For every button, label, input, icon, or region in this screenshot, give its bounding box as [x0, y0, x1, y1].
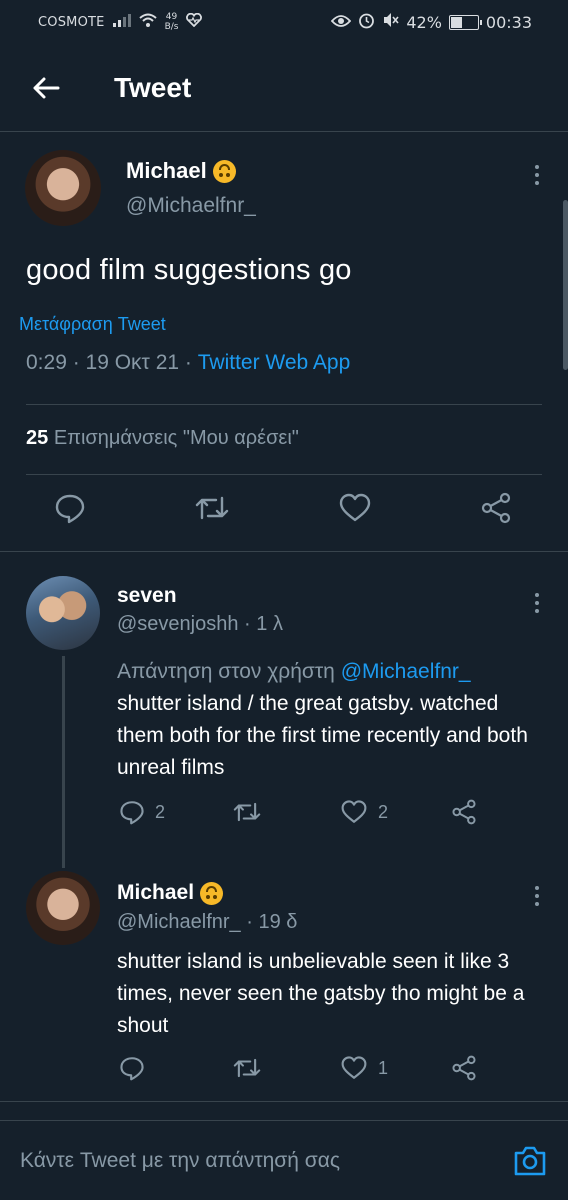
retweet-icon: [233, 1058, 261, 1078]
carrier-name: COSMOTE: [38, 14, 105, 30]
share-button[interactable]: [480, 492, 512, 529]
reply-count: 2: [155, 801, 166, 822]
tweet-text: good film suggestions go: [26, 254, 352, 286]
likes-count: 25: [26, 427, 49, 449]
tweet-meta: 0:29 · 19 Οκτ 21 · Twitter Web App: [26, 351, 350, 375]
like-button[interactable]: 1: [340, 1055, 388, 1081]
share-icon: [452, 1055, 476, 1081]
network-speed-value: 49: [165, 12, 178, 22]
scrollbar[interactable]: [563, 200, 568, 370]
source-app-link[interactable]: Twitter Web App: [198, 351, 351, 374]
network-speed: 49 B/s: [165, 12, 179, 32]
battery-percent: 42%: [406, 12, 442, 32]
share-button[interactable]: [451, 799, 477, 825]
thread-connector: [62, 656, 65, 868]
likes-label: Επισημάνσεις "Μου αρέσει": [53, 427, 299, 449]
reply-more-options-button[interactable]: [527, 588, 547, 618]
heart-monitor-icon: [186, 12, 203, 31]
wifi-icon: [138, 13, 157, 31]
retweet-button[interactable]: [232, 1055, 262, 1081]
camera-button[interactable]: [512, 1143, 548, 1179]
page-title: Tweet: [114, 71, 192, 103]
retweet-icon: [233, 802, 261, 822]
like-count: 1: [378, 1057, 389, 1078]
replying-to-label: Απάντηση στον χρήστη: [117, 660, 335, 683]
upside-down-face-icon: [212, 159, 236, 183]
signal-icon: [112, 13, 131, 31]
reply-author-name-row[interactable]: Michael: [117, 881, 224, 905]
heart-icon: [341, 1056, 367, 1079]
speech-bubble-icon: [120, 1057, 144, 1081]
reply-author-handle-row: @Michaelfnr_ · 19 δ: [117, 911, 297, 934]
eye-icon: [331, 13, 352, 32]
reply-body: Απάντηση στον χρήστη @Michaelfnr_ shutte…: [117, 656, 537, 784]
reply-time: · 19 δ: [246, 911, 298, 933]
section-divider: [0, 551, 568, 552]
share-icon: [481, 492, 511, 524]
tweet-action-bar: [0, 492, 568, 534]
clock: 00:33: [485, 12, 532, 32]
share-icon: [452, 799, 476, 825]
status-bar: COSMOTE 49 B/s 42% 00:33: [0, 0, 568, 44]
reply-author-handle[interactable]: @sevenjoshh: [117, 613, 238, 635]
heart-icon: [341, 800, 367, 823]
reply-author-avatar[interactable]: [26, 576, 100, 650]
back-arrow-icon: [33, 77, 60, 98]
like-button[interactable]: [338, 492, 372, 529]
retweet-button[interactable]: [194, 492, 230, 529]
mute-icon: [382, 12, 399, 32]
author-name: Michael: [126, 158, 207, 183]
replying-to-handle[interactable]: @Michaelfnr_: [341, 660, 471, 683]
alarm-icon: [358, 12, 375, 33]
replying-to-line: Απάντηση στον χρήστη @Michaelfnr_: [117, 656, 537, 688]
speech-bubble-icon: [55, 494, 85, 524]
reply-body: shutter island is unbelievable seen it l…: [117, 946, 537, 1042]
reply-author-name: seven: [117, 584, 177, 607]
reply-author-handle-row: @sevenjoshh · 1 λ: [117, 613, 283, 636]
share-button[interactable]: [451, 1055, 477, 1081]
more-dots-icon: [535, 593, 539, 597]
reply-author-handle[interactable]: @Michaelfnr_: [117, 911, 241, 933]
section-divider: [0, 1101, 568, 1102]
reply-button[interactable]: [54, 492, 86, 529]
back-button[interactable]: [26, 68, 66, 108]
reply-author-name-row[interactable]: seven: [117, 584, 177, 608]
like-count: 2: [378, 801, 389, 822]
author-name-row[interactable]: Michael: [126, 158, 236, 184]
reply-button[interactable]: [119, 1055, 155, 1081]
reply-time: · 1 λ: [244, 613, 283, 635]
reply-action-bar: 1: [117, 1055, 517, 1085]
divider: [26, 474, 542, 475]
reply-button[interactable]: 2: [119, 799, 165, 825]
translate-tweet-link[interactable]: Μετάφραση Tweet: [19, 314, 166, 335]
camera-icon: [514, 1146, 546, 1176]
network-speed-unit: B/s: [164, 22, 179, 32]
more-options-button[interactable]: [527, 160, 547, 190]
battery-icon: [448, 14, 482, 30]
more-dots-icon: [535, 165, 539, 169]
reply-more-options-button[interactable]: [527, 881, 547, 911]
retweet-button[interactable]: [232, 799, 262, 825]
speech-bubble-icon: [120, 801, 144, 825]
like-button[interactable]: 2: [340, 799, 388, 825]
reply-compose-bar: [0, 1120, 568, 1200]
reply-author-name: Michael: [117, 881, 195, 904]
more-dots-icon: [535, 886, 539, 890]
retweet-icon: [195, 496, 229, 520]
reply-compose-input[interactable]: [0, 1121, 568, 1200]
top-app-bar: Tweet: [0, 44, 568, 132]
divider: [26, 404, 542, 405]
author-handle[interactable]: @Michaelfnr_: [126, 194, 256, 218]
reply-text: shutter island / the great gatsby. watch…: [117, 692, 528, 779]
author-avatar[interactable]: [25, 150, 101, 226]
likes-summary[interactable]: 25 Επισημάνσεις "Μου αρέσει": [26, 427, 299, 450]
reply-text: shutter island is unbelievable seen it l…: [117, 950, 525, 1037]
tweet-timestamp: 0:29 · 19 Οκτ 21 ·: [26, 351, 192, 374]
reply-author-avatar[interactable]: [26, 871, 100, 945]
upside-down-face-icon: [200, 881, 224, 905]
reply-action-bar: 2 2: [117, 799, 517, 829]
heart-icon: [339, 493, 371, 522]
